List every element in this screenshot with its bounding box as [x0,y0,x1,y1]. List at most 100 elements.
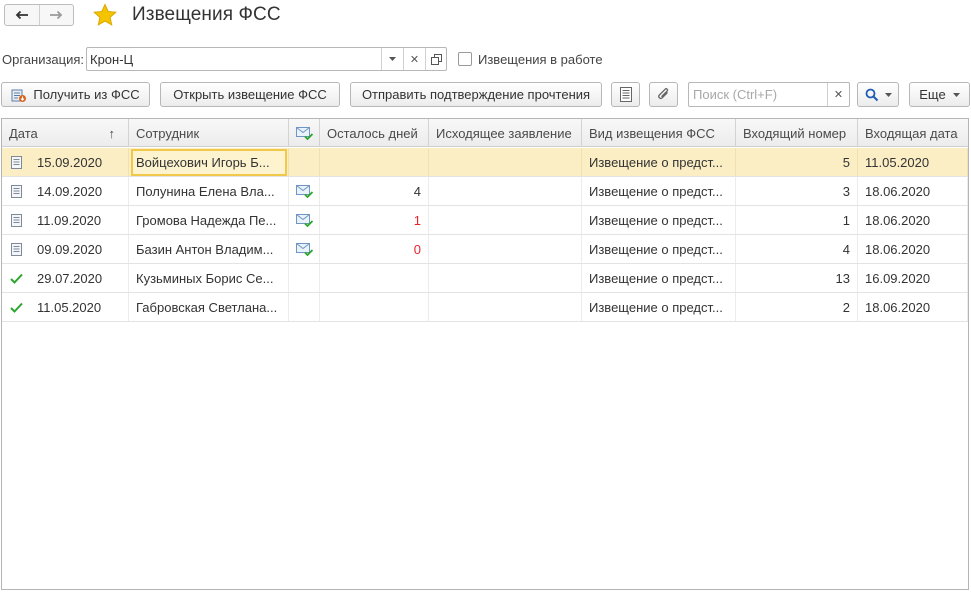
mail-status-cell[interactable] [289,264,320,292]
get-from-fss-button[interactable]: Получить из ФСС [1,82,150,107]
mail-status-cell[interactable] [289,206,320,234]
table-row[interactable]: 14.09.2020 Полунина Елена Вла... 4 Извещени… [2,177,968,206]
status-cell[interactable] [2,148,30,176]
column-header-mail[interactable] [289,119,320,147]
type-cell[interactable]: Извещение о предст... [582,206,736,234]
document-icon [10,213,22,227]
organization-value[interactable]: Крон-Ц [90,52,133,67]
checkmark-icon [9,302,23,313]
type-value: Извещение о предст... [589,154,723,170]
open-fss-notice-button[interactable]: Открыть извещение ФСС [160,82,340,107]
more-label: Еще [919,87,946,102]
in-number-cell[interactable]: 1 [736,206,858,234]
date-cell[interactable]: 11.05.2020 [30,293,129,321]
in-date-cell[interactable]: 11.05.2020 [858,148,968,176]
outgoing-cell[interactable] [429,148,582,176]
employee-cell[interactable]: Войцехович Игорь Б... [129,148,289,176]
in-date-cell[interactable]: 18.06.2020 [858,293,968,321]
report-button[interactable] [611,82,640,107]
date-cell[interactable]: 29.07.2020 [30,264,129,292]
in-date-cell[interactable]: 18.06.2020 [858,235,968,263]
type-value: Извещение о предст... [589,183,723,199]
in-date-cell[interactable]: 16.09.2020 [858,264,968,292]
date-cell[interactable]: 11.09.2020 [30,206,129,234]
outgoing-cell[interactable] [429,293,582,321]
table-row[interactable]: 11.09.2020 Громова Надежда Пе... 1 Извещени… [2,206,968,235]
mail-status-cell[interactable] [289,293,320,321]
back-button[interactable] [5,5,39,25]
send-read-confirmation-button[interactable]: Отправить подтверждение прочтения [350,82,602,107]
table-row[interactable]: 15.09.2020 Войцехович Игорь Б... Извещение… [2,148,968,177]
column-header-days-left[interactable]: Осталось дней [320,119,429,147]
employee-cell[interactable]: Кузьминых Борис Се... [129,264,289,292]
status-cell[interactable] [2,293,30,321]
star-icon[interactable] [92,3,118,27]
organization-field[interactable]: Крон-Ц ✕ [86,47,447,71]
column-header-type[interactable]: Вид извещения ФСС [582,119,736,147]
employee-cell[interactable]: Габровская Светлана... [129,293,289,321]
status-cell[interactable] [2,235,30,263]
attach-button[interactable] [649,82,678,107]
days-left-cell[interactable]: 4 [320,177,429,205]
employee-cell[interactable]: Громова Надежда Пе... [129,206,289,234]
outgoing-cell[interactable] [429,264,582,292]
organization-open-button[interactable] [425,48,447,70]
column-header-date[interactable]: Дата ↑ [2,119,129,147]
date-cell[interactable]: 14.09.2020 [30,177,129,205]
in-date-value: 18.06.2020 [865,241,931,257]
mail-status-cell[interactable] [289,148,320,176]
mail-status-cell[interactable] [289,235,320,263]
days-left-cell[interactable]: 1 [320,206,429,234]
status-cell[interactable] [2,177,30,205]
column-header-outgoing[interactable]: Исходящее заявление [429,119,582,147]
dropdown-triangle-icon [389,57,396,61]
mail-status-cell[interactable] [289,177,320,205]
date-cell[interactable]: 09.09.2020 [30,235,129,263]
in-number-cell[interactable]: 13 [736,264,858,292]
type-cell[interactable]: Извещение о предст... [582,264,736,292]
type-cell[interactable]: Извещение о предст... [582,235,736,263]
column-header-in-date[interactable]: Входящая дата [858,119,968,147]
status-cell[interactable] [2,264,30,292]
days-left-cell[interactable] [320,264,429,292]
type-cell[interactable]: Извещение о предст... [582,293,736,321]
in-number-cell[interactable]: 3 [736,177,858,205]
column-header-in-number[interactable]: Входящий номер [736,119,858,147]
more-button[interactable]: Еще [909,82,970,107]
table-row[interactable]: 09.09.2020 Базин Антон Владим... 0 Извещени… [2,235,968,264]
status-cell[interactable] [2,206,30,234]
checkmark-icon [9,273,23,284]
outgoing-cell[interactable] [429,206,582,234]
in-date-cell[interactable]: 18.06.2020 [858,206,968,234]
outgoing-cell[interactable] [429,177,582,205]
employee-value: Войцехович Игорь Б... [136,154,270,170]
organization-dropdown-button[interactable] [381,48,403,70]
employee-cell[interactable]: Полунина Елена Вла... [129,177,289,205]
outgoing-cell[interactable] [429,235,582,263]
column-header-employee[interactable]: Сотрудник [129,119,289,147]
document-icon [10,184,22,198]
table-row[interactable]: 11.05.2020 Габровская Светлана... Извещени… [2,293,968,322]
date-cell[interactable]: 15.09.2020 [30,148,129,176]
search-options-button[interactable] [857,82,899,107]
in-number-cell[interactable]: 5 [736,148,858,176]
search-input[interactable] [689,83,827,106]
in-work-checkbox[interactable] [458,52,472,66]
type-cell[interactable]: Извещение о предст... [582,177,736,205]
open-window-icon [431,53,442,65]
days-left-cell[interactable] [320,148,429,176]
days-left-value: 0 [413,241,421,257]
organization-clear-button[interactable]: ✕ [403,48,425,70]
type-cell[interactable]: Извещение о предст... [582,148,736,176]
in-number-cell[interactable]: 2 [736,293,858,321]
search-clear-button[interactable]: ✕ [827,83,849,106]
search-field[interactable]: ✕ [688,82,850,107]
in-date-cell[interactable]: 18.06.2020 [858,177,968,205]
days-left-cell[interactable]: 0 [320,235,429,263]
employee-cell[interactable]: Базин Антон Владим... [129,235,289,263]
days-left-cell[interactable] [320,293,429,321]
in-number-cell[interactable]: 4 [736,235,858,263]
forward-button[interactable] [38,5,74,25]
table-row[interactable]: 29.07.2020 Кузьминых Борис Се... Извещение… [2,264,968,293]
in-work-label[interactable]: Извещения в работе [478,52,603,67]
